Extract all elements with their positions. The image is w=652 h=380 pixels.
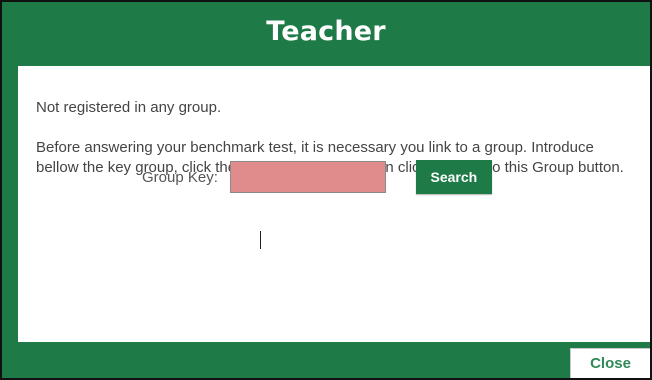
text-caret — [260, 231, 261, 249]
dialog-title-bar: Teacher — [2, 2, 650, 64]
registration-status-text: Not registered in any group. — [36, 99, 222, 116]
close-button[interactable]: Close — [570, 348, 650, 378]
dialog-content: Not registered in any group. Before answ… — [18, 66, 650, 342]
search-button[interactable]: Search — [415, 160, 492, 194]
dialog-title: Teacher — [266, 15, 386, 47]
group-key-input[interactable] — [229, 161, 386, 193]
group-key-label: Group Key: — [142, 168, 218, 186]
group-key-row: Group Key: Search — [142, 160, 492, 194]
teacher-dialog: Teacher Not registered in any group. Bef… — [0, 0, 652, 380]
